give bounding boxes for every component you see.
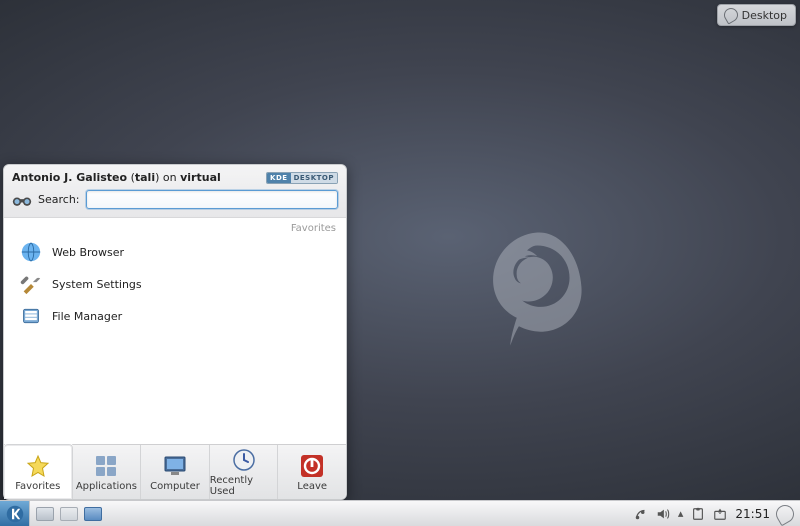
kde-k-icon	[6, 505, 24, 523]
favorite-web-browser[interactable]: Web Browser	[14, 236, 346, 268]
panel-toolbox-icon[interactable]	[773, 501, 798, 526]
favorite-label: File Manager	[52, 310, 122, 323]
search-input[interactable]	[86, 190, 339, 209]
klipper-icon[interactable]	[691, 507, 705, 521]
computer-icon	[161, 453, 189, 479]
volume-icon[interactable]	[656, 507, 670, 521]
tools-icon	[20, 273, 42, 295]
tab-applications[interactable]: Applications	[73, 445, 142, 499]
favorites-list: Web Browser System Settings File Manager	[4, 236, 346, 332]
globe-icon	[20, 241, 42, 263]
tab-label: Leave	[297, 481, 327, 492]
clock-icon	[230, 447, 258, 473]
debian-swirl-logo	[474, 224, 594, 364]
kmenu-button[interactable]	[0, 501, 30, 526]
section-title-favorites: Favorites	[4, 218, 346, 236]
pager-icon[interactable]	[36, 507, 54, 521]
kickoff-menu: Antonio J. Galisteo (tali) on virtual KD…	[3, 164, 347, 500]
tab-computer[interactable]: Computer	[141, 445, 210, 499]
desktop-toolbox-label: Desktop	[742, 9, 787, 22]
drive-icon	[20, 305, 42, 327]
devices-icon[interactable]	[634, 507, 648, 521]
desktop-toolbox[interactable]: Desktop	[717, 4, 796, 26]
favorite-label: Web Browser	[52, 246, 124, 259]
favorite-system-settings[interactable]: System Settings	[14, 268, 346, 300]
cashew-icon	[721, 5, 740, 24]
star-icon	[24, 453, 52, 479]
tab-leave[interactable]: Leave	[278, 445, 346, 499]
binoculars-icon	[12, 192, 32, 208]
search-row: Search:	[12, 190, 338, 209]
tab-label: Computer	[150, 481, 200, 492]
show-desktop-icon[interactable]	[60, 507, 78, 521]
tray-expand-icon[interactable]: ▴	[678, 507, 684, 520]
task-manager	[36, 507, 102, 521]
tab-recently-used[interactable]: Recently Used	[210, 445, 279, 499]
kickoff-user: Antonio J. Galisteo (tali) on virtual	[12, 171, 221, 184]
favorite-file-manager[interactable]: File Manager	[14, 300, 346, 332]
desktop-root: Desktop Antonio J. Galisteo (tali) on vi…	[0, 0, 800, 526]
bottom-panel: ▴ 21:51	[0, 500, 800, 526]
kde-desktop-badge: KDEDESKTOP	[266, 172, 338, 184]
kickoff-userline: Antonio J. Galisteo (tali) on virtual KD…	[12, 171, 338, 184]
search-label: Search:	[38, 193, 80, 206]
panel-clock[interactable]: 21:51	[735, 507, 770, 521]
favorite-label: System Settings	[52, 278, 142, 291]
tab-label: Favorites	[15, 481, 60, 492]
tab-label: Applications	[76, 481, 137, 492]
updates-icon[interactable]	[713, 507, 727, 521]
activity-icon[interactable]	[84, 507, 102, 521]
apps-icon	[92, 453, 120, 479]
kickoff-header: Antonio J. Galisteo (tali) on virtual KD…	[4, 165, 346, 218]
tab-favorites[interactable]: Favorites	[4, 444, 73, 499]
power-icon	[298, 453, 326, 479]
tab-label: Recently Used	[210, 475, 278, 497]
kickoff-tabs: Favorites Applications Computer Recently…	[4, 444, 346, 499]
system-tray: ▴ 21:51	[628, 507, 776, 521]
